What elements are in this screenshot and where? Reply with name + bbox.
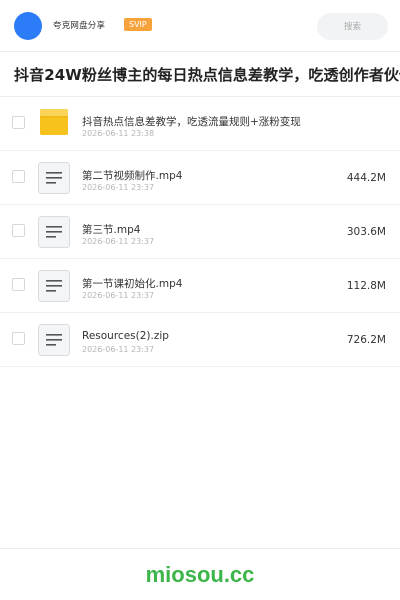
search-input[interactable] xyxy=(317,13,388,40)
avatar[interactable] xyxy=(14,12,42,40)
header: 夸克网盘分享 SVIP xyxy=(0,0,400,52)
list-item-file[interactable]: 第二节视频制作.mp4 2026-06-11 23:37 444.2M xyxy=(0,151,400,205)
svip-badge: SVIP xyxy=(124,18,152,31)
list-item-file[interactable]: 第一节课初始化.mp4 2026-06-11 23:37 112.8M xyxy=(0,259,400,313)
document-icon xyxy=(38,324,70,356)
list-item-file[interactable]: Resources(2).zip 2026-06-11 23:37 726.2M xyxy=(0,313,400,367)
page-title: 抖音24W粉丝博主的每日热点信息差教学，吃透创作者伙伴计划 xyxy=(14,66,400,84)
list-item-folder[interactable]: 抖音热点信息差教学，吃透流量规则+涨粉变现 2026-06-11 23:38 xyxy=(0,97,400,151)
file-date: 2026-06-11 23:37 xyxy=(82,183,155,192)
watermark: miosou.cc xyxy=(145,562,255,587)
file-size: 112.8M xyxy=(346,280,386,292)
footer-divider xyxy=(0,548,400,549)
checkbox[interactable] xyxy=(12,224,25,237)
file-date: 2026-06-11 23:37 xyxy=(82,345,155,354)
user-name: 夸克网盘分享 xyxy=(53,21,106,31)
file-name: Resources(2).zip xyxy=(82,330,169,342)
file-date: 2026-06-11 23:37 xyxy=(82,237,155,246)
file-date: 2026-06-11 23:37 xyxy=(82,291,155,300)
file-date: 2026-06-11 23:38 xyxy=(82,129,155,138)
file-size: 303.6M xyxy=(346,226,386,238)
file-size: 726.2M xyxy=(346,334,386,346)
file-size: 444.2M xyxy=(346,172,386,184)
share-page: 夸克网盘分享 SVIP 抖音24W粉丝博主的每日热点信息差教学，吃透创作者伙伴计… xyxy=(0,0,400,600)
file-list: 抖音热点信息差教学，吃透流量规则+涨粉变现 2026-06-11 23:38 第… xyxy=(0,97,400,367)
checkbox[interactable] xyxy=(12,116,25,129)
file-name: 第三节.mp4 xyxy=(82,224,141,236)
document-icon xyxy=(38,270,70,302)
document-icon xyxy=(38,162,70,194)
file-name: 第二节视频制作.mp4 xyxy=(82,170,183,182)
document-icon xyxy=(38,216,70,248)
list-item-file[interactable]: 第三节.mp4 2026-06-11 23:37 303.6M xyxy=(0,205,400,259)
folder-icon xyxy=(40,109,68,135)
checkbox[interactable] xyxy=(12,170,25,183)
file-name: 抖音热点信息差教学，吃透流量规则+涨粉变现 xyxy=(82,116,301,128)
checkbox[interactable] xyxy=(12,332,25,345)
file-name: 第一节课初始化.mp4 xyxy=(82,278,183,290)
checkbox[interactable] xyxy=(12,278,25,291)
